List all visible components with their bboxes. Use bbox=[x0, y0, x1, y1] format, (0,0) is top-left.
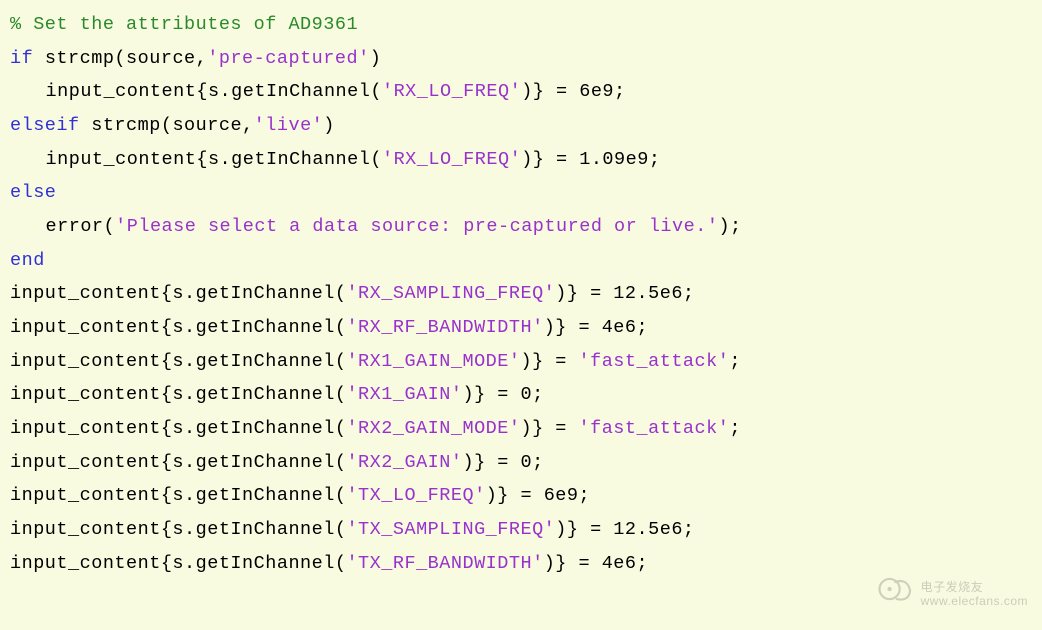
kw-elseif: elseif bbox=[10, 115, 80, 136]
code-text: )} = 4e6; bbox=[544, 553, 648, 574]
code-text: )} = 0; bbox=[462, 452, 543, 473]
watermark: 电子发烧友 www.elecfans.com bbox=[877, 571, 1028, 618]
code-text: ; bbox=[729, 418, 741, 439]
code-string: 'RX_LO_FREQ' bbox=[382, 81, 521, 102]
code-line: input_content{s.getInChannel('TX_SAMPLIN… bbox=[10, 513, 1032, 547]
code-string: 'RX_LO_FREQ' bbox=[382, 149, 521, 170]
watermark-url: www.elecfans.com bbox=[921, 595, 1028, 608]
code-text: error( bbox=[46, 216, 116, 237]
code-string: 'fast_attack' bbox=[579, 351, 730, 372]
code-string: 'pre-captured' bbox=[207, 48, 369, 69]
code-line: input_content{s.getInChannel('RX1_GAIN')… bbox=[10, 378, 1032, 412]
code-line: input_content{s.getInChannel('RX2_GAIN_M… bbox=[10, 412, 1032, 446]
code-text: input_content{s.getInChannel( bbox=[10, 418, 346, 439]
code-text: )} = bbox=[520, 351, 578, 372]
code-string: 'TX_SAMPLING_FREQ' bbox=[346, 519, 555, 540]
code-string: 'RX_RF_BANDWIDTH' bbox=[346, 317, 543, 338]
kw-end: end bbox=[10, 244, 1032, 278]
code-text: input_content{s.getInChannel( bbox=[10, 519, 346, 540]
code-text: input_content{s.getInChannel( bbox=[10, 452, 346, 473]
code-text: ); bbox=[718, 216, 741, 237]
kw-else: else bbox=[10, 176, 1032, 210]
code-text: )} = 4e6; bbox=[544, 317, 648, 338]
code-text: input_content{s.getInChannel( bbox=[10, 351, 346, 372]
code-text: )} = 12.5e6; bbox=[555, 519, 694, 540]
code-string: 'RX_SAMPLING_FREQ' bbox=[346, 283, 555, 304]
watermark-brand: 电子发烧友 bbox=[921, 581, 1028, 594]
code-string: 'live' bbox=[254, 115, 324, 136]
code-text: input_content{s.getInChannel( bbox=[10, 283, 346, 304]
code-string: 'RX2_GAIN_MODE' bbox=[346, 418, 520, 439]
code-text: ) bbox=[370, 48, 382, 69]
code-text: )} = 1.09e9; bbox=[521, 149, 660, 170]
code-text: ) bbox=[323, 115, 335, 136]
code-text: input_content{s.getInChannel( bbox=[46, 149, 382, 170]
code-text: input_content{s.getInChannel( bbox=[10, 553, 346, 574]
code-text: input_content{s.getInChannel( bbox=[10, 384, 346, 405]
code-text: )} = 12.5e6; bbox=[555, 283, 694, 304]
code-line: input_content{s.getInChannel('RX_RF_BAND… bbox=[10, 311, 1032, 345]
code-line: if strcmp(source,'pre-captured') bbox=[10, 42, 1032, 76]
code-text: )} = 6e9; bbox=[521, 81, 625, 102]
code-text: )} = 6e9; bbox=[486, 485, 590, 506]
code-string: 'Please select a data source: pre-captur… bbox=[115, 216, 718, 237]
kw-if: if bbox=[10, 48, 33, 69]
code-line: error('Please select a data source: pre-… bbox=[46, 210, 1032, 244]
code-line: input_content{s.getInChannel('RX_SAMPLIN… bbox=[10, 277, 1032, 311]
watermark-text: 电子发烧友 www.elecfans.com bbox=[921, 581, 1028, 607]
code-string: 'TX_LO_FREQ' bbox=[346, 485, 485, 506]
code-text: ; bbox=[729, 351, 741, 372]
code-string: 'fast_attack' bbox=[579, 418, 730, 439]
code-line: input_content{s.getInChannel('RX1_GAIN_M… bbox=[10, 345, 1032, 379]
code-text: )} = 0; bbox=[462, 384, 543, 405]
code-line: input_content{s.getInChannel('RX_LO_FREQ… bbox=[46, 143, 1032, 177]
code-line: input_content{s.getInChannel('RX2_GAIN')… bbox=[10, 446, 1032, 480]
code-text: input_content{s.getInChannel( bbox=[10, 485, 346, 506]
code-string: 'RX1_GAIN_MODE' bbox=[346, 351, 520, 372]
code-text: )} = bbox=[520, 418, 578, 439]
code-text: strcmp(source, bbox=[33, 48, 207, 69]
code-text: input_content{s.getInChannel( bbox=[46, 81, 382, 102]
code-line: input_content{s.getInChannel('RX_LO_FREQ… bbox=[46, 75, 1032, 109]
code-comment: % Set the attributes of AD9361 bbox=[10, 8, 1032, 42]
code-block: % Set the attributes of AD9361 if strcmp… bbox=[10, 8, 1032, 580]
code-string: 'RX1_GAIN' bbox=[346, 384, 462, 405]
watermark-icon bbox=[877, 571, 913, 618]
code-string: 'TX_RF_BANDWIDTH' bbox=[346, 553, 543, 574]
code-text: input_content{s.getInChannel( bbox=[10, 317, 346, 338]
code-line: elseif strcmp(source,'live') bbox=[10, 109, 1032, 143]
code-text: strcmp(source, bbox=[80, 115, 254, 136]
code-string: 'RX2_GAIN' bbox=[346, 452, 462, 473]
code-line: input_content{s.getInChannel('TX_LO_FREQ… bbox=[10, 479, 1032, 513]
